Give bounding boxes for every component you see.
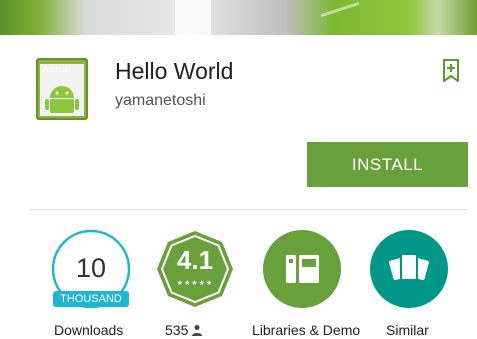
developer-name[interactable]: yamanetoshi	[115, 92, 206, 110]
banner-decoration	[320, 1, 360, 18]
category-circle	[262, 229, 342, 309]
category-label[interactable]: Libraries & Demo	[252, 322, 360, 338]
app-icon-text: Android	[43, 65, 71, 74]
downloads-number: 10	[75, 253, 107, 283]
banner-highlight	[175, 0, 211, 35]
app-icon[interactable]: Android	[36, 58, 88, 120]
similar-circle	[369, 229, 449, 309]
rating-count-label: 535	[165, 322, 203, 338]
downloads-circle: 10 THOUSAND	[51, 229, 131, 309]
similar-badge[interactable]	[359, 229, 459, 319]
bookmark-plus-icon[interactable]	[442, 59, 460, 83]
rating-badge[interactable]: 4.1 ★★★★★	[145, 229, 245, 319]
similar-label[interactable]: Similar	[386, 322, 429, 338]
person-icon	[192, 325, 203, 336]
downloads-unit: THOUSAND	[53, 291, 129, 307]
rating-value: 4.1	[176, 245, 214, 275]
promo-banner	[0, 0, 477, 35]
rating-count: 535	[165, 322, 189, 338]
app-title: Hello World	[115, 58, 234, 84]
downloads-badge: 10 THOUSAND	[41, 229, 141, 319]
category-badge[interactable]	[252, 229, 352, 319]
rating-stars: ★★★★★	[176, 280, 214, 287]
downloads-label: Downloads	[54, 322, 124, 338]
install-button[interactable]: INSTALL	[307, 142, 468, 187]
library-book-icon	[263, 230, 341, 308]
cards-icon	[370, 230, 448, 308]
divider	[30, 209, 468, 210]
rating-shape: 4.1 ★★★★★	[155, 229, 235, 309]
